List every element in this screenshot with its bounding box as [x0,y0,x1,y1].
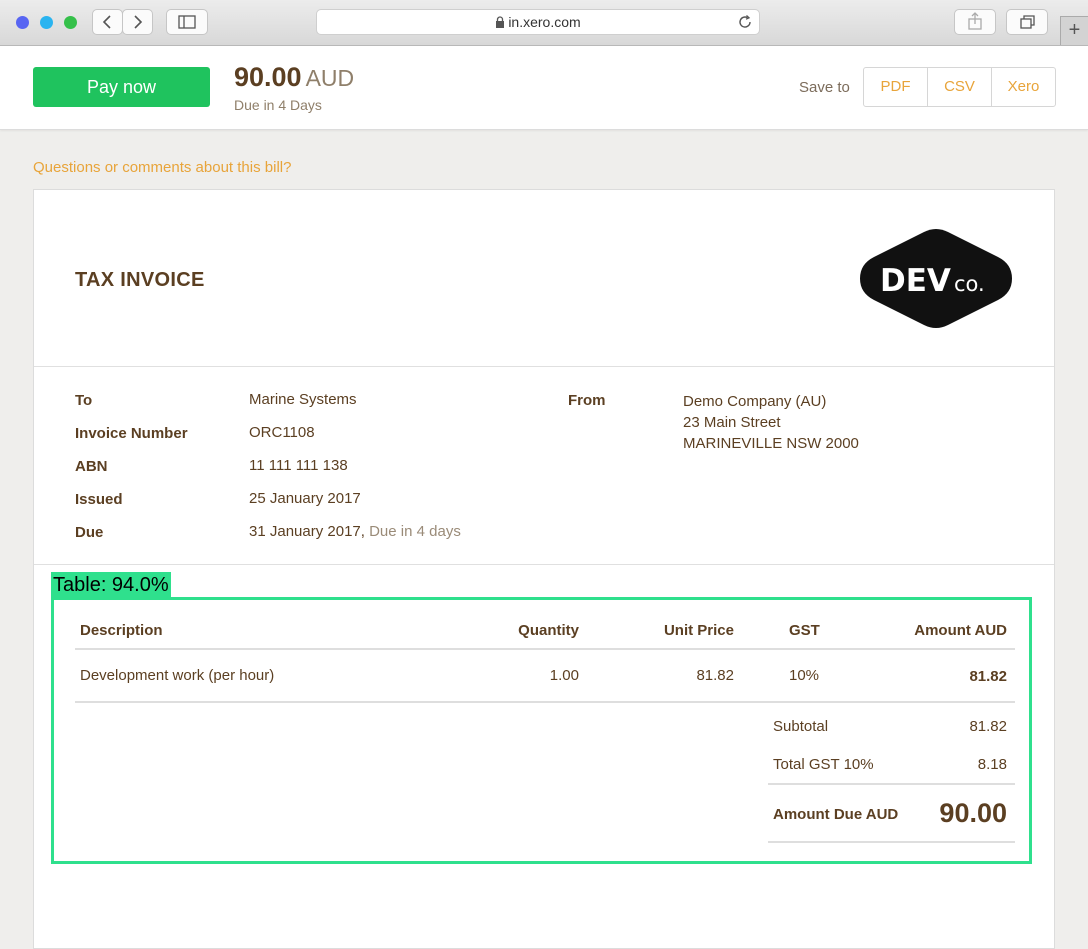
share-icon [968,12,982,30]
column-header-gst: GST [789,622,820,639]
column-header-quantity: Quantity [518,622,579,639]
bill-header-bar: Pay now 90.00 AUD Due in 4 Days Save to P… [0,46,1088,130]
cell-amount: 81.82 [969,668,1007,685]
issued-label: Issued [75,491,123,508]
to-value: Marine Systems [249,391,357,408]
new-tab-button[interactable]: + [1060,16,1088,45]
tabs-icon [1020,15,1035,29]
section-divider [34,564,1054,565]
company-logo: DEV co. [860,229,1012,328]
sidebar-toggle-button[interactable] [166,9,208,35]
browser-toolbar: in.xero.com + [0,0,1088,46]
back-button[interactable] [92,9,123,35]
from-line: 23 Main Street [683,414,781,431]
url-text: in.xero.com [508,14,581,30]
from-label: From [568,392,606,409]
reload-icon[interactable] [737,14,753,30]
invoice-number-value: ORC1108 [249,424,315,441]
save-xero-button[interactable]: Xero [992,68,1055,106]
row-divider [75,701,1015,703]
amount-currency: AUD [305,65,355,91]
address-bar[interactable]: in.xero.com [316,9,760,35]
abn-value: 11 111 111 138 [249,457,348,474]
detection-label: Table: 94.0% [51,572,171,597]
cell-quantity: 1.00 [549,667,579,684]
from-line: Demo Company (AU) [683,393,827,410]
cell-gst: 10% [789,667,820,684]
svg-text:DEV: DEV [880,263,951,299]
pay-now-button[interactable]: Pay now [33,67,210,107]
total-bottom-divider [768,841,1015,843]
lock-icon [496,16,505,28]
due-label: Due [75,524,104,541]
header-divider [75,648,1015,650]
save-csv-button[interactable]: CSV [928,68,992,106]
due-value: 31 January 2017, Due in 4 days [249,523,461,540]
to-label: To [75,392,93,409]
subtotal-value: 81.82 [969,718,1007,735]
chevron-right-icon [134,15,143,29]
column-header-description: Description [80,622,163,639]
share-button[interactable] [954,9,996,35]
abn-label: ABN [75,458,108,475]
due-note: Due in 4 days [369,523,461,540]
forward-button[interactable] [122,9,153,35]
gst-total-label: Total GST 10% [773,756,874,773]
save-to-label: Save to [799,79,850,96]
due-date: 31 January 2017, [249,523,365,540]
column-header-amount: Amount AUD [914,622,1007,639]
tabs-overview-button[interactable] [1006,9,1048,35]
invoice-title: TAX INVOICE [75,269,205,291]
issued-value: 25 January 2017 [249,490,361,507]
zoom-window-button[interactable] [64,16,77,29]
svg-text:co.: co. [954,272,985,296]
gst-total-value: 8.18 [977,756,1007,773]
cell-description: Development work (per hour) [80,667,275,684]
amount-due-label: Amount Due AUD [773,806,899,823]
amount-due-summary: 90.00 AUD [234,62,354,93]
save-pdf-button[interactable]: PDF [864,68,928,106]
from-line: MARINEVILLE NSW 2000 [683,435,859,452]
minimize-window-button[interactable] [40,16,53,29]
save-to-button-group: PDF CSV Xero [863,67,1056,107]
section-divider [34,366,1054,367]
questions-link[interactable]: Questions or comments about this bill? [33,159,291,176]
total-divider [768,783,1015,785]
invoice-number-label: Invoice Number [75,425,188,442]
due-in-text: Due in 4 Days [234,97,322,113]
amount-due-value: 90.00 [939,798,1007,828]
from-address: Demo Company (AU) 23 Main Street MARINEV… [683,391,859,454]
cell-unit-price: 81.82 [696,667,734,684]
close-window-button[interactable] [16,16,29,29]
chevron-left-icon [102,15,111,29]
amount-value: 90.00 [234,62,302,92]
column-header-unit-price: Unit Price [663,622,734,639]
sidebar-icon [178,15,196,29]
subtotal-label: Subtotal [773,718,829,735]
